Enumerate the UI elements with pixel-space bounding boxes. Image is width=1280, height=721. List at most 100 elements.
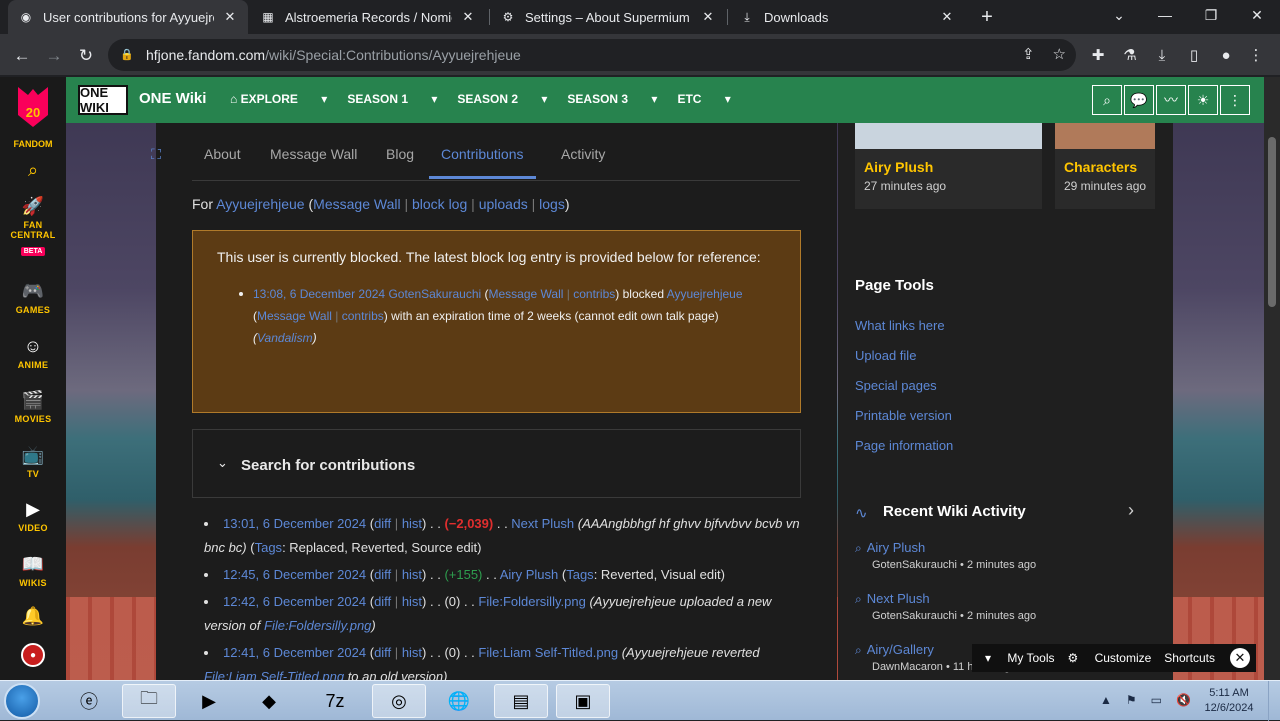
show-desktop-button[interactable] (1268, 681, 1280, 721)
reload-button[interactable]: ↻ (72, 42, 100, 70)
rail-tv[interactable]: 📺 TV (0, 444, 66, 480)
page-link[interactable]: Airy Plush (500, 567, 559, 582)
rail-movies[interactable]: 🎬 MOVIES (0, 389, 66, 425)
menu-icon[interactable]: ⋮ (1243, 42, 1269, 68)
blocker-link[interactable]: GotenSakurauchi (388, 287, 481, 301)
forward-button[interactable]: → (40, 42, 68, 70)
blocker-contribs-link[interactable]: contribs (573, 287, 615, 301)
tray-expand-icon[interactable]: ▲ (1100, 693, 1112, 707)
hist-link[interactable]: hist (402, 516, 422, 531)
new-tab-button[interactable]: + (976, 6, 998, 28)
close-window-button[interactable]: ✕ (1234, 0, 1280, 30)
close-icon[interactable]: ✕ (222, 9, 238, 25)
vandalism-link[interactable]: Vandalism (257, 331, 313, 345)
recent-activity-title[interactable]: Recent Wiki Activity (883, 503, 1026, 520)
contrib-time-link[interactable]: 12:42, 6 December 2024 (223, 594, 366, 609)
uploads-link[interactable]: uploads (479, 196, 528, 212)
internet-explorer-icon[interactable]: ⓔ (62, 684, 116, 718)
blocker-message-wall-link[interactable]: Message Wall (489, 287, 564, 301)
trending-card-airy-plush[interactable]: Airy Plush 27 minutes ago (855, 123, 1042, 209)
target-message-wall-link[interactable]: Message Wall (257, 309, 332, 323)
tab-downloads[interactable]: ⤓ Downloads ✕ (729, 0, 965, 34)
wiki-name[interactable]: ONE Wiki (139, 90, 206, 107)
spreadsheet-icon[interactable]: ▤ (494, 684, 548, 718)
tags-link[interactable]: Tags (566, 567, 593, 582)
tab-blog[interactable]: Blog (386, 146, 414, 162)
close-icon[interactable]: ✕ (700, 9, 716, 25)
diff-link[interactable]: diff (374, 594, 391, 609)
tab-search-chevron-icon[interactable]: ⌄ (1096, 0, 1142, 30)
fandom-logo-icon[interactable]: 20 (14, 85, 52, 129)
profile-icon[interactable]: ● (1213, 42, 1239, 68)
my-tools-button[interactable]: ▾ My Tools (985, 651, 1055, 665)
discussions-icon[interactable]: 💬 (1124, 85, 1154, 115)
media-player-icon[interactable]: ▶ (182, 684, 236, 718)
tab-contributions[interactable]: ◉ User contributions for Ayyuejrehjeue ✕ (8, 0, 248, 34)
rail-video[interactable]: ▶ VIDEO (0, 498, 66, 534)
activity-icon[interactable]: 〰 (1156, 85, 1186, 115)
trending-card-characters[interactable]: Characters 29 minutes ago (1055, 123, 1155, 209)
tab-alstroemeria[interactable]: ▦ Alstroemeria Records / Nomico ✕ (250, 0, 486, 34)
supermium-browser-icon[interactable]: ◎ (372, 684, 426, 718)
page-link[interactable]: Next Plush (511, 516, 574, 531)
tags-link[interactable]: Tags (255, 540, 282, 555)
special-pages-link[interactable]: Special pages (855, 378, 937, 393)
tab-about[interactable]: About (204, 146, 241, 162)
expand-icon[interactable]: ⛶ (146, 144, 166, 164)
contrib-time-link[interactable]: 12:41, 6 December 2024 (223, 645, 366, 660)
rail-fan-central[interactable]: 🚀 FAN CENTRAL BETA (0, 195, 66, 258)
notifications-button[interactable]: 🔔 (0, 605, 66, 627)
more-icon[interactable]: ⋮ (1220, 85, 1250, 115)
rail-wikis[interactable]: 📖 WIKIS (0, 553, 66, 589)
share-icon[interactable]: ⇪ (1022, 45, 1035, 63)
start-button[interactable] (4, 683, 40, 719)
search-contributions-title[interactable]: Search for contributions (241, 457, 415, 474)
hist-link[interactable]: hist (402, 645, 422, 660)
hist-link[interactable]: hist (402, 594, 422, 609)
close-icon[interactable]: ✕ (939, 9, 955, 25)
diff-link[interactable]: diff (374, 516, 391, 531)
minimize-button[interactable]: — (1142, 0, 1188, 30)
rail-anime[interactable]: ☺ ANIME (0, 335, 66, 371)
flag-icon[interactable]: ⚑ (1126, 693, 1137, 707)
contrib-time-link[interactable]: 13:01, 6 December 2024 (223, 516, 366, 531)
diff-link[interactable]: diff (374, 645, 391, 660)
side-panel-icon[interactable]: ▯ (1181, 42, 1207, 68)
volume-muted-icon[interactable]: 🔇 (1176, 693, 1191, 707)
search-icon[interactable]: ⌕ (1092, 85, 1122, 115)
clock[interactable]: 5:11 AM 12/6/2024 (1200, 686, 1258, 716)
contrib-time-link[interactable]: 12:45, 6 December 2024 (223, 567, 366, 582)
bookmark-star-icon[interactable]: ☆ (1053, 45, 1066, 63)
close-icon[interactable]: ✕ (460, 9, 476, 25)
tab-message-wall[interactable]: Message Wall (270, 146, 357, 162)
back-button[interactable]: ← (8, 42, 36, 70)
app-box-icon[interactable]: ◆ (242, 684, 296, 718)
rail-games[interactable]: 🎮 GAMES (0, 280, 66, 316)
nav-explore[interactable]: ⌂ EXPLORE ▾ (230, 92, 327, 106)
shortcuts-button[interactable]: Shortcuts (1164, 651, 1215, 665)
hist-link[interactable]: hist (402, 567, 422, 582)
restore-button[interactable]: ❐ (1188, 0, 1234, 30)
nav-season-2[interactable]: SEASON 2 ▾ (457, 92, 547, 106)
network-globe-icon[interactable]: 🌐 (432, 684, 486, 718)
message-wall-link[interactable]: Message Wall (313, 196, 400, 212)
downloads-icon[interactable]: ⤓ (1149, 42, 1175, 68)
diff-link[interactable]: diff (374, 567, 391, 582)
summary-file-link[interactable]: File:Foldersilly.png (264, 618, 371, 633)
tab-activity[interactable]: Activity (561, 146, 605, 162)
upload-file-link[interactable]: Upload file (855, 348, 916, 363)
printable-version-link[interactable]: Printable version (855, 408, 952, 423)
7zip-icon[interactable]: 7z (308, 684, 362, 718)
block-log-link[interactable]: block log (412, 196, 467, 212)
tab-contributions[interactable]: Contributions (429, 146, 535, 179)
tab-settings[interactable]: ⚙ Settings – About Supermium ✕ (490, 0, 726, 34)
explorer-folder-icon[interactable]: 🗀 (122, 684, 176, 718)
customize-button[interactable]: ⚙ Customize (1068, 651, 1152, 665)
address-bar[interactable]: 🔒 hfjone.fandom.com/wiki/Special:Contrib… (108, 39, 1076, 71)
what-links-here-link[interactable]: What links here (855, 318, 945, 333)
logs-link[interactable]: logs (539, 196, 565, 212)
blocked-user-link[interactable]: Ayyuejrehjeue (667, 287, 743, 301)
block-entry-time[interactable]: 13:08, 6 December 2024 (253, 287, 385, 301)
close-icon[interactable]: ✕ (1230, 648, 1250, 668)
wiki-logo[interactable]: ONE WIKI (78, 85, 128, 115)
